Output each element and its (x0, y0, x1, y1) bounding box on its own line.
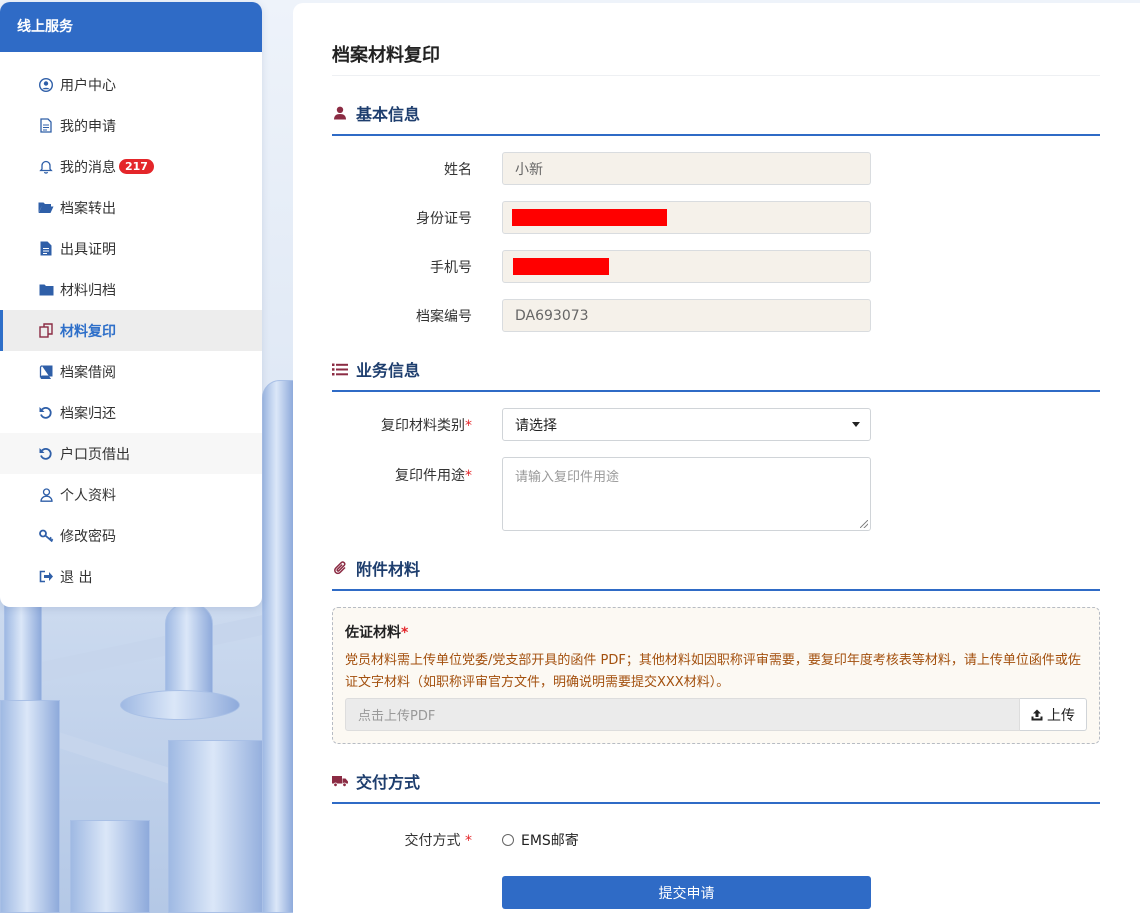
sidebar-item-logout[interactable]: 退 出 (0, 556, 262, 597)
undo-icon (38, 405, 54, 421)
section-title: 业务信息 (356, 361, 421, 380)
sidebar-item-label: 户口页借出 (60, 446, 130, 463)
bell-icon (38, 159, 54, 175)
sidebar-item-label: 档案归还 (60, 405, 116, 422)
upload-button[interactable]: 上传 (1020, 698, 1087, 731)
copy-purpose-label: 复印件用途* (395, 468, 472, 484)
sidebar-item-label: 档案借阅 (60, 364, 116, 381)
archive-number-label: 档案编号 (416, 308, 472, 325)
page-title: 档案材料复印 (332, 3, 1100, 76)
sidebar-item-my-messages[interactable]: 我的消息 217 (0, 146, 262, 187)
copy-category-select[interactable]: 请选择 (502, 408, 871, 441)
list-icon (332, 361, 348, 377)
redaction-bar (512, 209, 667, 226)
main-panel: 档案材料复印 基本信息 姓名 小新 身份证号 手机号 档案编号 DA693073… (293, 3, 1140, 913)
evidence-material-box: 佐证材料* 党员材料需上传单位党委/党支部开具的函件 PDF；其他材料如因职称评… (332, 607, 1100, 744)
copy-purpose-textarea[interactable]: 请输入复印件用途 (502, 457, 871, 531)
sidebar-item-label: 我的消息 (60, 159, 116, 176)
sidebar-item-label: 修改密码 (60, 528, 116, 545)
sidebar-item-label: 个人资料 (60, 487, 116, 504)
sidebar-item-label: 材料复印 (60, 323, 116, 340)
sidebar-item-material-copy[interactable]: 材料复印 (0, 310, 262, 351)
section-basic-info: 基本信息 (332, 94, 1100, 136)
phone-label: 手机号 (430, 259, 472, 276)
sidebar-item-label: 材料归档 (60, 282, 116, 299)
sidebar-item-profile[interactable]: 个人资料 (0, 474, 262, 515)
undo-icon (38, 446, 54, 462)
id-number-field[interactable] (502, 201, 871, 234)
truck-icon (332, 773, 348, 789)
ems-radio-label: EMS邮寄 (521, 833, 579, 849)
sidebar-item-my-applications[interactable]: 我的申请 (0, 105, 262, 146)
document-icon (38, 118, 54, 134)
person-icon (38, 487, 54, 503)
message-count-badge: 217 (119, 159, 154, 174)
id-number-label: 身份证号 (416, 210, 472, 227)
evidence-description: 党员材料需上传单位党委/党支部开具的函件 PDF；其他材料如因职称评审需要，要复… (345, 653, 1081, 690)
sidebar-item-household-borrow[interactable]: 户口页借出 (0, 433, 262, 474)
delivery-method-label: 交付方式 * (404, 833, 472, 849)
upload-icon (1031, 709, 1043, 721)
copy-icon (38, 323, 54, 339)
section-delivery: 交付方式 (332, 762, 1100, 804)
sidebar: 线上服务 用户中心 我的申请 我的消息 217 档案转出 出具证明 材料归档 材… (0, 2, 262, 607)
submit-button[interactable]: 提交申请 (502, 876, 871, 909)
name-field[interactable]: 小新 (502, 152, 871, 185)
section-title: 交付方式 (356, 773, 421, 792)
copy-category-value: 请选择 (515, 417, 557, 434)
sidebar-item-change-password[interactable]: 修改密码 (0, 515, 262, 556)
sidebar-item-user-center[interactable]: 用户中心 (0, 64, 262, 105)
sign-out-icon (38, 569, 54, 585)
user-icon (332, 105, 348, 121)
sidebar-item-label: 出具证明 (60, 241, 116, 258)
sidebar-item-label: 档案转出 (60, 200, 116, 217)
upload-pdf-field[interactable]: 点击上传PDF (345, 698, 1020, 731)
user-circle-icon (38, 77, 54, 93)
sidebar-item-label: 用户中心 (60, 77, 116, 94)
sidebar-title: 线上服务 (0, 2, 262, 52)
book-icon (38, 364, 54, 380)
section-business-info: 业务信息 (332, 350, 1100, 392)
sidebar-item-archive-borrow[interactable]: 档案借阅 (0, 351, 262, 392)
section-title: 附件材料 (356, 560, 421, 579)
evidence-title: 佐证材料* (345, 625, 409, 641)
sidebar-item-material-filing[interactable]: 材料归档 (0, 269, 262, 310)
paperclip-icon (332, 560, 348, 576)
copy-purpose-placeholder: 请输入复印件用途 (515, 470, 620, 485)
sidebar-item-archive-transfer[interactable]: 档案转出 (0, 187, 262, 228)
section-attachments: 附件材料 (332, 549, 1100, 591)
phone-field[interactable] (502, 250, 871, 283)
sidebar-item-label: 退 出 (60, 569, 93, 586)
redaction-bar (513, 258, 609, 275)
upload-button-label: 上传 (1047, 707, 1075, 724)
key-icon (38, 528, 54, 544)
archive-number-field[interactable]: DA693073 (502, 299, 871, 332)
radio-button[interactable] (502, 834, 514, 846)
resize-handle-icon[interactable] (860, 520, 868, 528)
folder-icon (38, 282, 54, 298)
chevron-down-icon (852, 422, 860, 427)
ems-radio-option[interactable]: EMS邮寄 (502, 830, 579, 850)
sidebar-menu: 用户中心 我的申请 我的消息 217 档案转出 出具证明 材料归档 材料复印 档… (0, 52, 262, 597)
section-title: 基本信息 (356, 105, 421, 124)
sidebar-item-archive-return[interactable]: 档案归还 (0, 392, 262, 433)
sidebar-item-label: 我的申请 (60, 118, 116, 135)
file-text-icon (38, 241, 54, 257)
copy-category-label: 复印材料类别* (381, 417, 472, 434)
name-label: 姓名 (444, 161, 472, 178)
sidebar-item-certificate[interactable]: 出具证明 (0, 228, 262, 269)
upload-control: 点击上传PDF 上传 (345, 698, 1087, 731)
folder-open-icon (38, 200, 54, 216)
